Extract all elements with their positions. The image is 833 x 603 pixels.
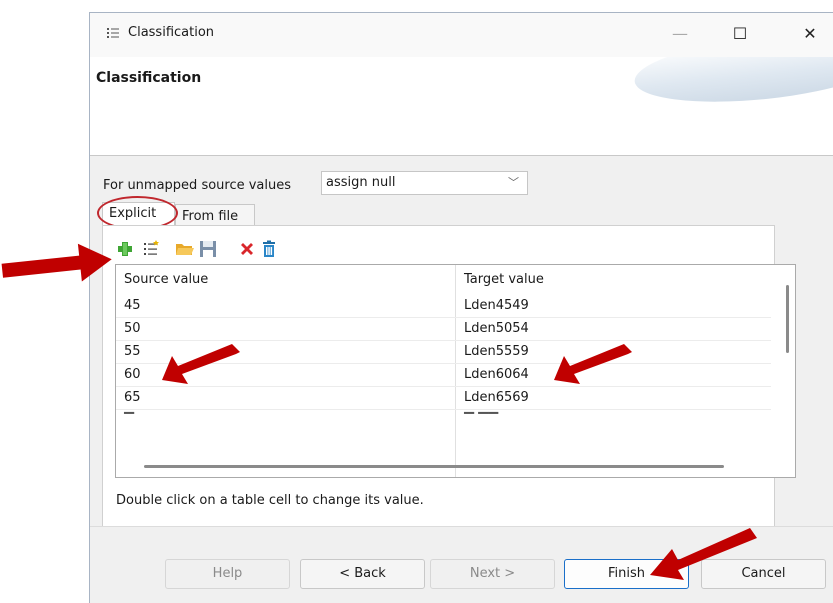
mapping-table[interactable]: Source value Target value 45 Lden4549 50… (115, 264, 796, 478)
target-cell[interactable]: Lden5559 (456, 341, 529, 363)
page-title: Classification (96, 70, 202, 86)
classification-dialog: Classification — ☐ ✕ Classification For … (89, 12, 833, 603)
table-row[interactable]: 45 Lden4549 (116, 295, 771, 318)
help-button[interactable]: Help (165, 559, 290, 589)
cancel-button[interactable]: Cancel (701, 559, 826, 589)
back-button[interactable]: < Back (300, 559, 425, 589)
unmapped-label: For unmapped source values (103, 178, 292, 193)
trash-icon[interactable] (259, 239, 279, 259)
table-row[interactable]: 55 Lden5559 (116, 341, 771, 364)
table-row[interactable]: 50 Lden5054 (116, 318, 771, 341)
unmapped-select-value: assign null (326, 175, 396, 190)
source-cell[interactable]: 45 (116, 295, 141, 317)
tab-from-file[interactable]: From file (175, 204, 255, 226)
table-row[interactable]: 60 Lden6064 (116, 364, 771, 387)
target-cell[interactable]: Lden5054 (456, 318, 529, 340)
add-list-icon[interactable] (142, 239, 162, 259)
title-bar: Classification — ☐ ✕ (90, 13, 833, 57)
wizard-banner: Classification (90, 57, 833, 156)
banner-decoration (631, 57, 833, 113)
source-cell[interactable]: 60 (116, 364, 141, 386)
column-header-target[interactable]: Target value (456, 265, 756, 295)
target-cell[interactable]: Lden6064 (456, 364, 529, 386)
vertical-scrollbar[interactable] (786, 285, 789, 353)
maximize-button[interactable]: ☐ (720, 19, 760, 49)
add-icon[interactable] (115, 239, 135, 259)
open-folder-icon[interactable] (175, 239, 195, 259)
save-icon[interactable] (198, 239, 218, 259)
finish-button[interactable]: Finish (564, 559, 689, 589)
table-row-partial: ▔ ▔ ▔▔ (116, 410, 771, 424)
chevron-down-icon: ﹀ (508, 176, 519, 189)
close-button[interactable]: ✕ (790, 19, 830, 49)
tab-explicit[interactable]: Explicit (102, 202, 175, 226)
source-cell[interactable]: 50 (116, 318, 141, 340)
source-cell[interactable]: 55 (116, 341, 141, 363)
explicit-panel: Source value Target value 45 Lden4549 50… (102, 225, 796, 527)
button-bar: Help < Back Next > Finish Cancel (90, 526, 833, 603)
unmapped-select[interactable]: assign null ﹀ (321, 171, 528, 195)
target-cell[interactable]: Lden4549 (456, 295, 529, 317)
horizontal-scrollbar[interactable] (144, 465, 724, 468)
table-row[interactable]: 65 Lden6569 (116, 387, 771, 410)
source-cell[interactable]: 65 (116, 387, 141, 409)
partial-target-cell: ▔ ▔▔ (464, 413, 499, 424)
minimize-button[interactable]: — (660, 19, 700, 49)
target-cell[interactable]: Lden6569 (456, 387, 529, 409)
next-button[interactable]: Next > (430, 559, 555, 589)
list-icon (107, 28, 119, 38)
edit-hint: Double click on a table cell to change i… (116, 493, 424, 508)
wizard-content: For unmapped source values assign null ﹀… (90, 156, 833, 527)
partial-source-cell: ▔ (124, 413, 134, 424)
window-title: Classification (128, 25, 215, 40)
delete-icon[interactable] (237, 239, 257, 259)
column-header-source[interactable]: Source value (116, 265, 455, 295)
